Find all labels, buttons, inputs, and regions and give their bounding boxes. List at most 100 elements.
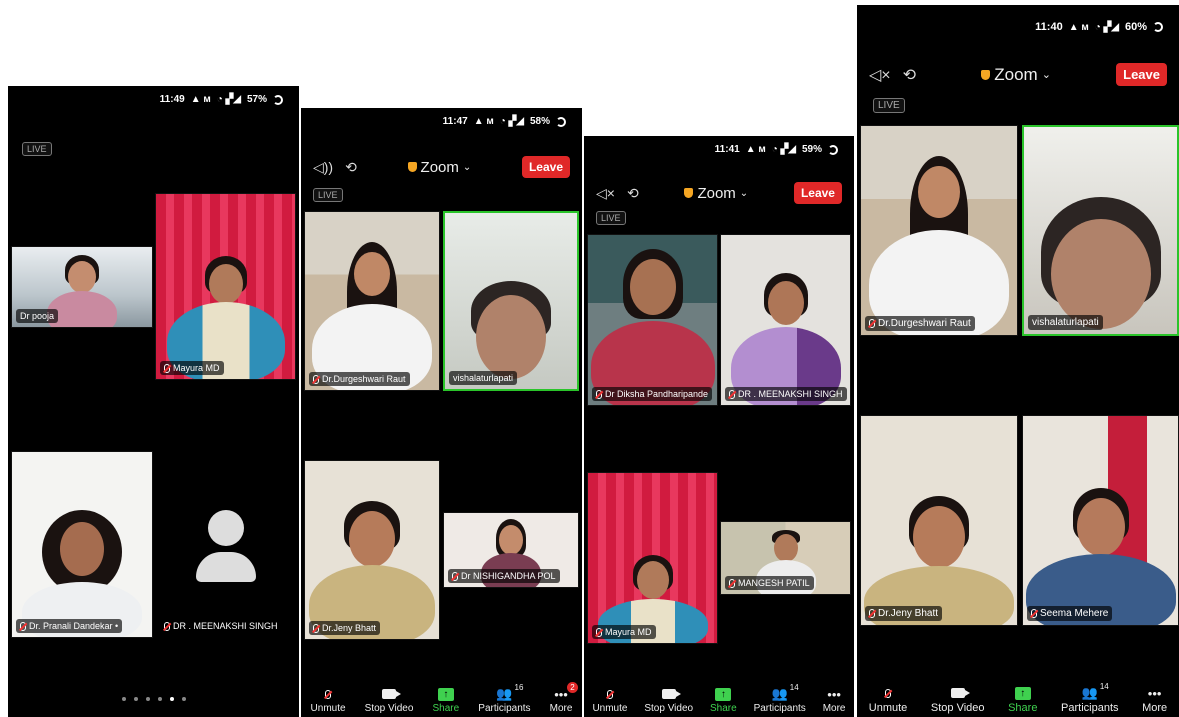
share-button[interactable]: ↑ Share — [433, 687, 459, 714]
stop-video-button[interactable]: Stop Video — [644, 687, 693, 714]
signal-icon: ◔ ▞◢ — [1094, 21, 1119, 33]
video-tile[interactable]: Dr.Durgeshwari Raut — [860, 125, 1018, 336]
participants-button[interactable]: 👥 16 Participants — [478, 683, 530, 714]
status-time: 11:41 — [714, 144, 740, 155]
speaker-muted-icon[interactable]: ◁× — [869, 65, 891, 85]
video-tile[interactable]: Dr pooja — [11, 246, 153, 328]
share-screen-icon: ↑ — [1014, 686, 1032, 700]
mic-muted-icon — [313, 374, 319, 384]
video-tile-active-speaker[interactable]: vishalaturlapati — [1022, 125, 1179, 336]
bottom-toolbar: Unmute Stop Video ↑ Share 👥 16 Participan… — [301, 679, 582, 717]
meeting-title[interactable]: Zoom ⌄ — [684, 185, 748, 202]
page-dot — [181, 697, 186, 701]
participants-icon: 👥 14 — [771, 683, 799, 701]
video-tile[interactable]: Dr. Pranali Dandekar • — [11, 451, 153, 638]
video-tile[interactable]: Seema Mehere — [1022, 415, 1179, 626]
participant-face — [354, 252, 390, 296]
unmute-button[interactable]: Unmute — [592, 687, 627, 714]
switch-camera-icon[interactable]: ⟲ — [627, 185, 639, 202]
live-badge: LIVE — [873, 98, 905, 113]
battery-icon — [556, 116, 566, 127]
chevron-down-icon: ⌄ — [1041, 69, 1051, 81]
screen-2: 11:47 ▲ ᴍ ◔ ▞◢ 58% ◁)) ⟲ Zoom ⌄ Leave LI… — [301, 108, 582, 717]
more-button[interactable]: ••• More — [823, 687, 846, 715]
video-tile[interactable]: Dr NISHIGANDHA POL — [443, 512, 579, 588]
toolbar-left: ◁)) ⟲ — [313, 159, 357, 176]
speaker-muted-icon[interactable]: ◁× — [596, 185, 615, 202]
leave-button[interactable]: Leave — [793, 182, 842, 204]
participants-count: 16 — [514, 683, 524, 692]
video-tile[interactable]: Mayura MD — [587, 472, 718, 644]
participant-name-tag: Seema Mehere — [1027, 606, 1113, 621]
leave-button[interactable]: Leave — [521, 156, 570, 178]
status-bar: 11:49 ▲ ᴍ ◔ ▞◢ 57% — [8, 94, 299, 105]
participant-face — [918, 166, 960, 218]
status-time: 11:40 — [1035, 21, 1063, 33]
chevron-down-icon: ⌄ — [739, 187, 749, 199]
participant-face — [1050, 219, 1151, 329]
shield-icon — [684, 188, 694, 198]
video-tile[interactable]: Dr.Jeny Bhatt — [304, 460, 440, 640]
chevron-down-icon: ⌄ — [462, 161, 472, 173]
stop-video-button[interactable]: Stop Video — [931, 686, 985, 714]
signal-icon: ◔ ▞◢ — [216, 94, 241, 105]
share-button[interactable]: ↑ Share — [710, 687, 737, 714]
video-tile[interactable]: Mayura MD — [155, 193, 296, 380]
mic-muted-icon — [596, 389, 602, 399]
page-indicator[interactable] — [8, 697, 299, 701]
more-dots-icon: ••• 2 — [552, 682, 579, 702]
bottom-toolbar: Unmute Stop Video ↑ Share 👥 14 Participan… — [584, 679, 854, 717]
video-tile[interactable]: Dr.Durgeshwari Raut — [304, 211, 440, 391]
notification-icon: ▲ ᴍ — [1068, 21, 1089, 33]
video-tile[interactable]: DR . MEENAKSHI SINGH — [720, 234, 851, 406]
battery-level: 58% — [529, 116, 550, 127]
share-screen-icon: ↑ — [714, 687, 732, 701]
video-tile[interactable]: MANGESH PATIL — [720, 521, 851, 595]
meeting-toolbar: ◁× ⟲ Zoom ⌄ Leave — [857, 63, 1179, 86]
video-tile[interactable]: Dr.Jeny Bhatt — [860, 415, 1018, 626]
mic-muted-icon — [313, 623, 319, 633]
toolbar-left: ◁× ⟲ — [596, 185, 639, 202]
page-dot — [157, 697, 162, 701]
participant-name-tag: vishalaturlapati — [1028, 315, 1103, 330]
unmute-button[interactable]: Unmute — [869, 686, 907, 714]
speaker-icon[interactable]: ◁)) — [313, 159, 333, 176]
video-tile[interactable]: Dr Diksha Pandharipande — [587, 234, 718, 406]
status-time: 11:47 — [442, 116, 468, 127]
mic-muted-icon — [20, 621, 26, 631]
participants-button[interactable]: 👥 14 Participants — [1061, 682, 1118, 714]
notification-icon: ▲ ᴍ — [190, 94, 211, 105]
participant-face — [767, 281, 804, 325]
screen-3: 11:41 ▲ ᴍ ◔ ▞◢ 59% ◁× ⟲ Zoom ⌄ Leave LIV… — [584, 136, 854, 717]
participant-face — [1076, 498, 1125, 556]
signal-icon: ◔ ▞◢ — [499, 116, 524, 127]
mic-muted-icon — [869, 609, 875, 618]
participant-name-tag: Mayura MD — [160, 361, 224, 375]
more-button[interactable]: ••• 2 More — [550, 682, 579, 714]
mic-muted-icon — [319, 687, 337, 701]
live-badge: LIVE — [313, 188, 343, 202]
avatar — [196, 510, 256, 582]
page-dot — [145, 697, 150, 701]
meeting-toolbar: ◁× ⟲ Zoom ⌄ Leave — [584, 182, 854, 204]
switch-camera-icon[interactable]: ⟲ — [903, 65, 916, 85]
more-button[interactable]: ••• More — [1142, 686, 1167, 715]
participants-icon: 👥 14 — [1081, 682, 1109, 700]
participant-name-tag: Dr. Pranali Dandekar • — [16, 619, 123, 633]
mic-muted-icon — [164, 621, 170, 631]
video-tile-active-speaker[interactable]: vishalaturlapati — [443, 211, 579, 391]
status-time: 11:49 — [159, 94, 185, 105]
video-tile-avatar[interactable]: DR . MEENAKSHI SINGH — [155, 451, 296, 638]
leave-button[interactable]: Leave — [1116, 63, 1167, 86]
meeting-title[interactable]: Zoom ⌄ — [981, 65, 1051, 85]
meeting-title[interactable]: Zoom ⌄ — [407, 159, 472, 176]
participant-face — [636, 561, 669, 599]
share-button[interactable]: ↑ Share — [1008, 686, 1037, 714]
live-badge: LIVE — [596, 211, 626, 225]
switch-camera-icon[interactable]: ⟲ — [345, 159, 357, 176]
unmute-button[interactable]: Unmute — [311, 687, 346, 714]
participant-face — [60, 522, 104, 576]
stop-video-button[interactable]: Stop Video — [365, 687, 413, 714]
participants-button[interactable]: 👥 14 Participants — [754, 683, 806, 714]
mic-muted-icon — [601, 687, 619, 701]
